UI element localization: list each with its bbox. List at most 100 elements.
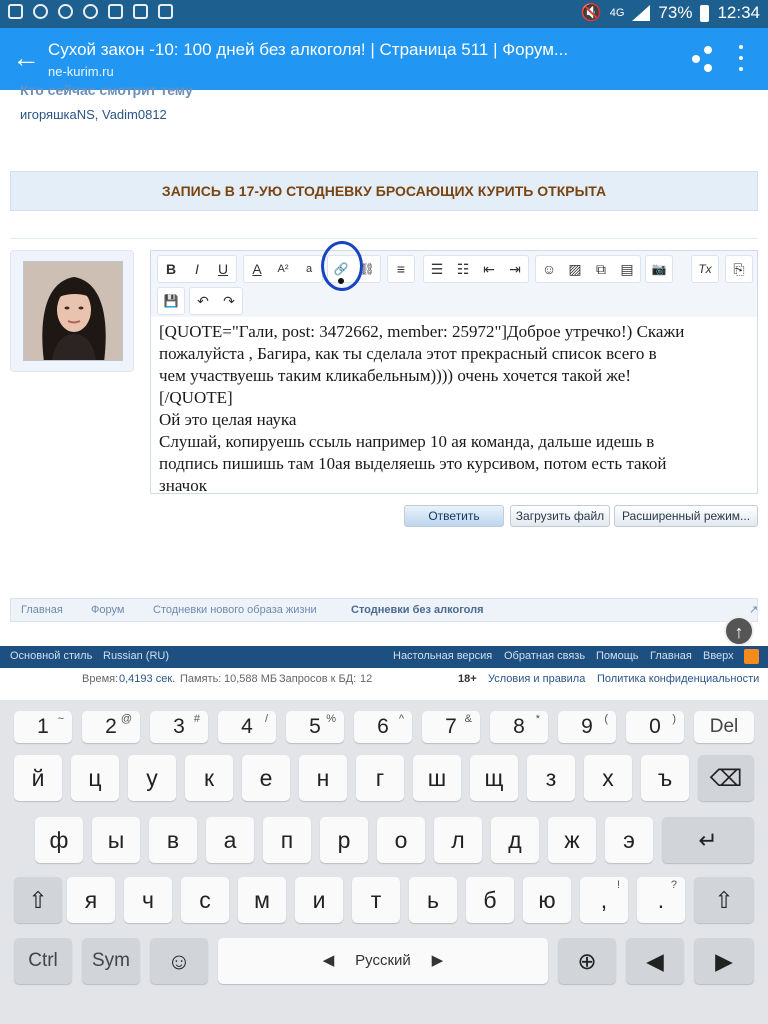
shift-icon[interactable]: ⇧	[14, 877, 62, 923]
cursor-right-icon[interactable]: ▶	[694, 938, 754, 984]
font-size-icon[interactable]: A²	[270, 263, 296, 275]
font-family-icon[interactable]: a	[296, 263, 322, 275]
upload-file-button[interactable]: Загрузить файл	[510, 505, 610, 527]
align-icon[interactable]: ≡	[388, 261, 414, 277]
reply-button[interactable]: Ответить	[404, 505, 504, 527]
notice-banner[interactable]: ЗАПИСЬ В 17-УЮ СТОДНЕВКУ БРОСАЮЩИХ КУРИТ…	[10, 171, 758, 211]
message-textarea[interactable]: [QUOTE="Гали, post: 3472662, member: 259…	[159, 321, 751, 497]
key-letter[interactable]: с	[181, 877, 229, 923]
camera-icon[interactable]: 📷	[646, 262, 672, 276]
remove-format-icon[interactable]: Tx	[692, 262, 718, 276]
image-icon[interactable]: ▨	[562, 261, 588, 278]
key-letter[interactable]: н	[299, 755, 347, 801]
key-letter[interactable]: б	[466, 877, 514, 923]
bullet-list-icon[interactable]: ☰	[424, 261, 450, 278]
advanced-mode-button[interactable]: Расширенный режим...	[614, 505, 758, 527]
sym-key[interactable]: Sym	[82, 938, 140, 984]
save-draft-icon[interactable]: 💾	[158, 294, 184, 308]
key-letter[interactable]: т	[352, 877, 400, 923]
outdent-icon[interactable]: ⇤	[476, 261, 502, 278]
shift-icon[interactable]: ⇧	[694, 877, 754, 923]
viewers-list[interactable]: игоряшкаNS, Vadim0812	[20, 107, 167, 122]
key-letter[interactable]: ы	[92, 817, 140, 863]
backspace-icon[interactable]: ⌫	[698, 755, 754, 801]
key-letter[interactable]: й	[14, 755, 62, 801]
footer-link-help[interactable]: Помощь	[596, 650, 639, 662]
style-chooser[interactable]: Основной стиль	[10, 650, 92, 662]
ctrl-key[interactable]: Ctrl	[14, 938, 72, 984]
key-0[interactable]: 0)	[626, 711, 684, 743]
undo-icon[interactable]: ↶	[190, 293, 216, 310]
avatar[interactable]	[23, 261, 123, 361]
more-options-icon[interactable]	[738, 45, 744, 71]
key-letter[interactable]: д	[491, 817, 539, 863]
key-letter[interactable]: я	[67, 877, 115, 923]
share-icon[interactable]	[692, 46, 714, 72]
key-letter[interactable]: г	[356, 755, 404, 801]
key-letter[interactable]: х	[584, 755, 632, 801]
globe-icon[interactable]: ⊕	[558, 938, 616, 984]
redo-icon[interactable]: ↷	[216, 293, 242, 310]
key-7[interactable]: 7 &	[422, 711, 480, 743]
terms-link[interactable]: Условия и правила	[488, 673, 585, 685]
key-letter[interactable]: м	[238, 877, 286, 923]
footer-link-top[interactable]: Вверх	[703, 650, 734, 662]
key-1[interactable]: 1 ~	[14, 711, 72, 743]
key-delete[interactable]: Del	[694, 711, 754, 743]
text-color-icon[interactable]: A	[244, 261, 270, 277]
key-letter[interactable]: ъ	[641, 755, 689, 801]
key-letter[interactable]: в	[149, 817, 197, 863]
key-period[interactable]: .?	[637, 877, 685, 923]
breadcrumb-home[interactable]: Главная	[21, 604, 63, 616]
key-letter[interactable]: щ	[470, 755, 518, 801]
paste-icon[interactable]: ⎘	[726, 261, 752, 278]
key-letter[interactable]: о	[377, 817, 425, 863]
key-4[interactable]: 4/	[218, 711, 276, 743]
key-3[interactable]: 3 #	[150, 711, 208, 743]
smiley-icon[interactable]: ☺	[536, 261, 562, 277]
key-comma[interactable]: ,!	[580, 877, 628, 923]
key-2[interactable]: 2 @	[82, 711, 140, 743]
bold-icon[interactable]: B	[158, 261, 184, 277]
underline-icon[interactable]: U	[210, 261, 236, 277]
media-icon[interactable]: ⧉	[588, 261, 614, 278]
key-8[interactable]: 8 *	[490, 711, 548, 743]
key-letter[interactable]: з	[527, 755, 575, 801]
privacy-link[interactable]: Политика конфиденциальности	[597, 673, 759, 685]
code-icon[interactable]: ▤	[614, 261, 640, 278]
key-letter[interactable]: у	[128, 755, 176, 801]
emoji-icon[interactable]: ☺	[150, 938, 208, 984]
rss-icon[interactable]	[744, 649, 759, 664]
italic-icon[interactable]: I	[184, 261, 210, 277]
indent-icon[interactable]: ⇥	[502, 261, 528, 278]
key-letter[interactable]: ж	[548, 817, 596, 863]
enter-icon[interactable]: ↵	[662, 817, 754, 863]
scroll-top-icon[interactable]: ↑	[724, 616, 754, 646]
jump-icon[interactable]: ↗	[749, 603, 758, 616]
key-letter[interactable]: ь	[409, 877, 457, 923]
footer-link-feedback[interactable]: Обратная связь	[504, 650, 585, 662]
key-5[interactable]: 5%	[286, 711, 344, 743]
key-9[interactable]: 9(	[558, 711, 616, 743]
back-arrow-icon[interactable]: ←	[12, 44, 40, 72]
breadcrumb-forum[interactable]: Форум	[91, 604, 124, 616]
numbered-list-icon[interactable]: ☷	[450, 261, 476, 278]
key-letter[interactable]: ц	[71, 755, 119, 801]
key-letter[interactable]: ш	[413, 755, 461, 801]
key-letter[interactable]: ю	[523, 877, 571, 923]
key-letter[interactable]: а	[206, 817, 254, 863]
key-letter[interactable]: л	[434, 817, 482, 863]
footer-link-home[interactable]: Главная	[650, 650, 692, 662]
key-letter[interactable]: ф	[35, 817, 83, 863]
language-chooser[interactable]: Russian (RU)	[103, 650, 169, 662]
breadcrumb-current[interactable]: Стодневки без алкоголя	[351, 604, 484, 616]
key-letter[interactable]: п	[263, 817, 311, 863]
cursor-left-icon[interactable]: ◀	[626, 938, 684, 984]
key-letter[interactable]: э	[605, 817, 653, 863]
footer-link-desktop[interactable]: Настольная версия	[393, 650, 492, 662]
key-letter[interactable]: и	[295, 877, 343, 923]
space-bar[interactable]: ◀ Русский ▶	[218, 938, 548, 984]
key-letter[interactable]: ч	[124, 877, 172, 923]
key-letter[interactable]: к	[185, 755, 233, 801]
breadcrumb-category[interactable]: Стодневки нового образа жизни	[153, 604, 317, 616]
